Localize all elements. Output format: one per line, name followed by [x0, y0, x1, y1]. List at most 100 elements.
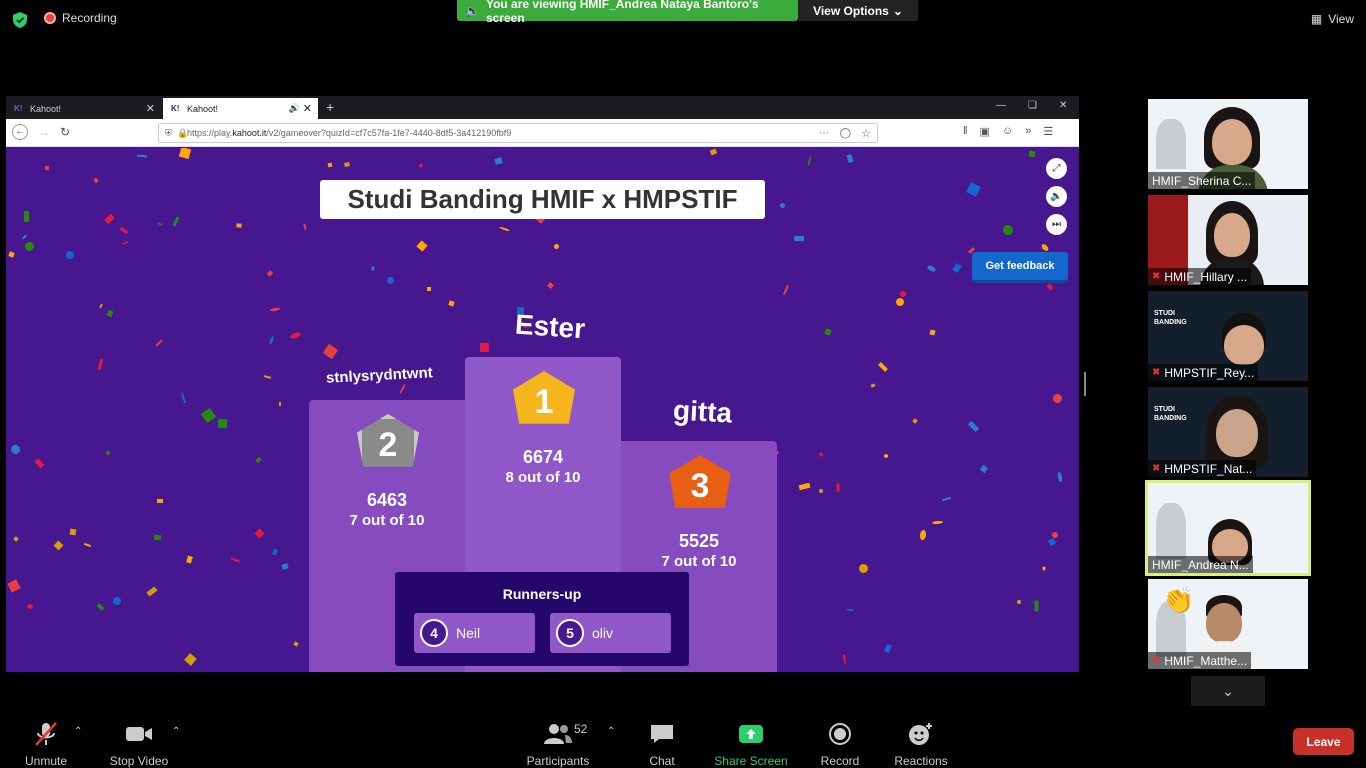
video-tile-active-speaker[interactable]: HMIF_Andrea N... [1145, 480, 1311, 576]
confetti-piece [878, 362, 888, 372]
skip-icon[interactable]: ⏭ [1046, 214, 1067, 235]
get-feedback-button[interactable]: Get feedback [972, 252, 1068, 280]
confetti-piece [255, 456, 262, 464]
restore-icon[interactable]: ❏ [1028, 100, 1037, 111]
smiley-plus-icon [908, 720, 934, 748]
confetti-piece [793, 235, 805, 242]
score: 6463 [366, 490, 408, 510]
browser-tab-active[interactable]: K! Kahoot! 🔊 ✕ [163, 98, 318, 119]
confetti-piece [327, 162, 333, 168]
minimize-icon[interactable]: — [996, 100, 1006, 111]
confetti-piece [184, 653, 197, 666]
share-screen-button[interactable]: Share Screen [714, 712, 788, 768]
reactions-button[interactable]: Reactions [892, 712, 950, 768]
library-icon[interactable]: ‖ [963, 125, 968, 138]
confetti-piece [157, 222, 163, 226]
participant-name: ✖ HMPSTIF_Rey... [1148, 364, 1259, 381]
share-screen-label: Share Screen [714, 754, 788, 768]
runner-up-item: 4 Neil [414, 613, 535, 653]
confetti-piece [13, 536, 19, 542]
confetti-piece [344, 162, 350, 167]
browser-nav-bar: ← → ↻ ⛨ 🔒 https://play. kahoot.it/v2/game… [6, 119, 1079, 147]
participant-name-text: HMIF_Sherina C... [1152, 173, 1252, 188]
forward-icon[interactable]: → [38, 125, 50, 139]
correct-count: 7 out of 10 [661, 553, 737, 570]
chat-bubble-icon [649, 720, 675, 748]
security-shield-icon[interactable] [11, 11, 29, 29]
speaker-icon: 🔈 [465, 3, 480, 18]
close-tab-icon[interactable]: ✕ [146, 102, 155, 115]
confetti-piece [807, 156, 812, 166]
volume-icon[interactable]: 🔈 [1046, 186, 1067, 207]
browser-tab[interactable]: K! Kahoot! ✕ [6, 98, 161, 119]
runner-rank: 5 [556, 619, 584, 647]
audio-icon[interactable]: 🔊 [289, 103, 300, 114]
splitter-handle[interactable] [1084, 372, 1086, 396]
confetti-piece [1016, 599, 1022, 605]
confetti-piece [979, 464, 989, 474]
face [1224, 325, 1264, 365]
participants-button[interactable]: 52 Participants [524, 712, 592, 768]
medal-rank: 3 [690, 466, 710, 505]
confetti-piece [385, 275, 396, 286]
recording-label: Recording [62, 11, 117, 25]
confetti-piece [399, 383, 406, 395]
confetti-piece [93, 177, 99, 184]
confetti-piece [883, 453, 889, 459]
overflow-icon[interactable]: » [1025, 125, 1031, 138]
close-tab-icon[interactable]: ✕ [303, 102, 312, 115]
confetti-piece [34, 458, 45, 469]
back-icon[interactable]: ← [12, 124, 28, 140]
menu-icon[interactable]: ☰ [1043, 125, 1053, 138]
video-tile[interactable]: HMIF_Sherina C... [1148, 99, 1308, 189]
stop-video-button[interactable]: Stop Video [106, 712, 172, 768]
account-icon[interactable]: ☺ [1002, 125, 1013, 138]
bookmark-star-icon[interactable]: ☆ [861, 127, 871, 140]
confetti-piece [53, 540, 64, 551]
gallery-scroll-down-button[interactable]: ⌄ [1191, 676, 1265, 706]
recording-indicator[interactable]: Recording [44, 11, 117, 25]
unmute-label: Unmute [24, 754, 68, 768]
chat-button[interactable]: Chat [640, 712, 684, 768]
confetti-piece [818, 452, 824, 457]
participant-name-text: HMPSTIF_Rey... [1164, 365, 1255, 380]
confetti-piece [136, 154, 148, 158]
confetti-piece [966, 182, 981, 197]
sidebar-icon[interactable]: ▣ [980, 125, 990, 138]
confetti-piece [1040, 242, 1050, 253]
view-button[interactable]: ▦ View [1311, 12, 1354, 26]
fullscreen-icon[interactable]: ⤢ [1046, 158, 1067, 179]
address-bar[interactable]: ⛨ 🔒 https://play. kahoot.it/v2/gameover?q… [158, 123, 878, 143]
reload-icon[interactable]: ↻ [60, 125, 70, 139]
confetti-piece [1051, 392, 1064, 405]
video-tile[interactable]: 👏 ✖ HMIF_Matthe... [1148, 579, 1308, 669]
view-options-button[interactable]: View Options ⌄ [798, 0, 918, 21]
face [1216, 409, 1258, 457]
leave-button[interactable]: Leave [1293, 728, 1354, 755]
new-tab-icon[interactable]: + [326, 99, 334, 115]
confetti-piece [69, 528, 77, 536]
participants-options-caret-icon[interactable]: ⌃ [607, 726, 615, 737]
pocket-icon[interactable]: ◯ [840, 128, 851, 139]
close-window-icon[interactable]: ✕ [1059, 100, 1067, 111]
medal-rank: 2 [378, 425, 398, 464]
audio-options-caret-icon[interactable]: ⌃ [74, 726, 82, 737]
video-tile[interactable]: ✖ HMIF_Hillary ... [1148, 195, 1308, 285]
participant-name: ✖ HMIF_Hillary ... [1148, 268, 1252, 285]
video-tile[interactable]: STUDI BANDING ✖ HMPSTIF_Rey... [1148, 291, 1308, 381]
page-actions-icon[interactable]: ⋯ [819, 128, 829, 139]
video-tile[interactable]: STUDI BANDING ✖ HMPSTIF_Nat... [1148, 387, 1308, 477]
recording-dot-icon [44, 12, 56, 24]
confetti-piece [254, 528, 265, 539]
unmute-button[interactable]: Unmute [22, 712, 70, 768]
confetti-piece [119, 227, 129, 234]
reactions-label: Reactions [894, 754, 948, 768]
confetti-piece [929, 329, 936, 336]
record-button[interactable]: Record [818, 712, 862, 768]
confetti-piece [96, 603, 105, 611]
viewing-screen-banner: 🔈 You are viewing HMIF_Andrea Nataya Ban… [457, 0, 798, 25]
studi-banding-text: STUDI BANDING [1154, 310, 1187, 326]
participants-label: Participants [526, 754, 590, 768]
confetti-piece [931, 520, 944, 525]
video-options-caret-icon[interactable]: ⌃ [172, 726, 180, 737]
